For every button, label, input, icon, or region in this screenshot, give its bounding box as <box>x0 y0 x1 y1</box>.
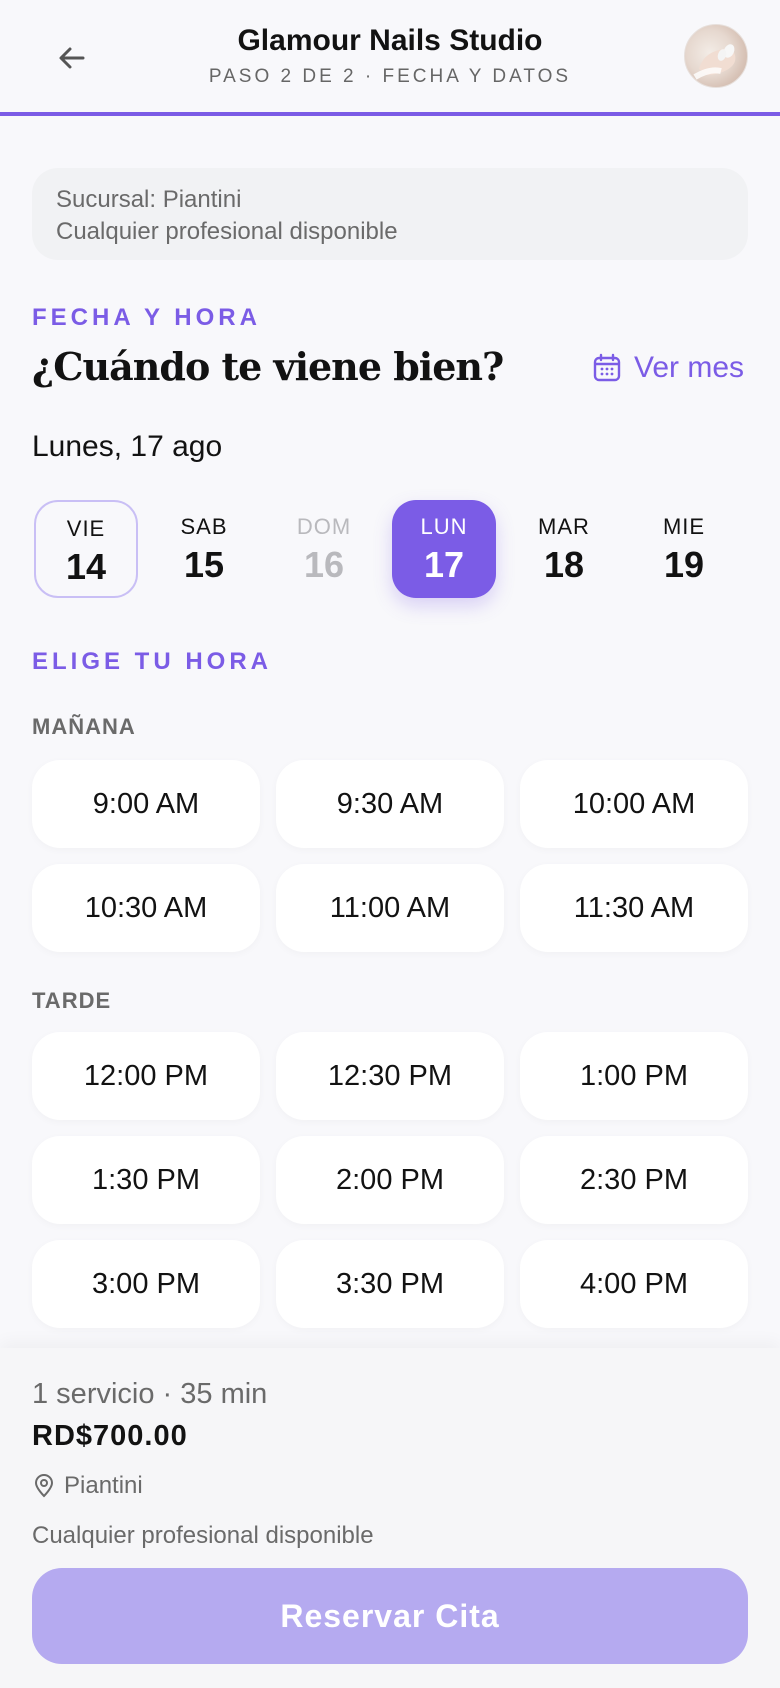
day-name: VIE <box>66 516 106 541</box>
time-slot[interactable]: 12:30 PM <box>276 1032 504 1120</box>
time-eyebrow: ELIGE TU HORA <box>32 648 273 675</box>
afternoon-label: TARDE <box>32 988 112 1013</box>
step-indicator: PASO 2 DE 2 · FECHA Y DATOS <box>208 66 572 87</box>
day-name: LUN <box>420 514 468 539</box>
time-slot[interactable]: 12:00 PM <box>32 1032 260 1120</box>
day-number: 15 <box>183 544 225 585</box>
time-slot[interactable]: 10:00 AM <box>520 760 748 848</box>
time-slot[interactable]: 9:30 AM <box>276 760 504 848</box>
nail-hand-image <box>693 44 736 80</box>
day-number: 16 <box>303 544 345 585</box>
app-header: Glamour Nails Studio PASO 2 DE 2 · FECHA… <box>0 0 780 116</box>
day-number: 18 <box>543 544 585 585</box>
day-name: DOM <box>296 514 352 539</box>
branch-text: Sucursal: Piantini <box>56 186 242 213</box>
day-name: SAB <box>180 514 228 539</box>
time-slot[interactable]: 9:00 AM <box>32 760 260 848</box>
day-chip-18[interactable]: MAR 18 <box>512 500 616 598</box>
time-slot[interactable]: 2:00 PM <box>276 1136 504 1224</box>
time-slot[interactable]: 4:00 PM <box>520 1240 748 1328</box>
selected-date-label: Lunes, 17 ago <box>32 430 223 463</box>
location-row: Piantini <box>32 1472 143 1500</box>
time-slot[interactable]: 11:00 AM <box>276 864 504 952</box>
day-chip-19[interactable]: MIE 19 <box>632 500 736 598</box>
day-chip-16: DOM 16 <box>272 500 376 598</box>
professional-summary: Cualquier profesional disponible <box>32 1522 374 1549</box>
day-number: 17 <box>423 544 465 585</box>
day-chip-15[interactable]: SAB 15 <box>152 500 256 598</box>
booking-summary-panel: 1 servicio · 35 min RD$700.00 Piantini C… <box>0 1348 780 1688</box>
day-chip-17[interactable]: LUN 17 <box>392 500 496 598</box>
location-pin-icon <box>34 1474 54 1498</box>
time-slot[interactable]: 11:30 AM <box>520 864 748 952</box>
booking-info-card: Sucursal: Piantini Cualquier profesional… <box>32 168 748 260</box>
location-text: Piantini <box>64 1472 143 1499</box>
day-name: MAR <box>538 514 590 539</box>
date-eyebrow: FECHA Y HORA <box>32 304 261 331</box>
professional-text: Cualquier profesional disponible <box>56 218 398 245</box>
reserve-button[interactable]: Reservar Cita <box>32 1568 748 1664</box>
time-slot[interactable]: 3:30 PM <box>276 1240 504 1328</box>
see-month-button[interactable]: Ver mes <box>592 348 744 388</box>
avatar[interactable] <box>684 24 748 88</box>
see-month-label: Ver mes <box>634 351 745 384</box>
day-chip-14[interactable]: VIE 14 <box>34 500 138 598</box>
time-slot[interactable]: 2:30 PM <box>520 1136 748 1224</box>
time-slot[interactable]: 3:00 PM <box>32 1240 260 1328</box>
day-number: 19 <box>663 544 705 585</box>
time-slot[interactable]: 1:30 PM <box>32 1136 260 1224</box>
page-title: Glamour Nails Studio <box>237 24 543 57</box>
time-slot[interactable]: 1:00 PM <box>520 1032 748 1120</box>
calendar-icon <box>593 353 621 382</box>
services-summary: 1 servicio · 35 min <box>32 1378 268 1410</box>
day-name: MIE <box>662 514 706 539</box>
date-question-title: ¿Cuándo te viene bien? <box>32 344 504 389</box>
morning-label: MAÑANA <box>32 714 136 739</box>
time-slot[interactable]: 10:30 AM <box>32 864 260 952</box>
day-number: 14 <box>65 546 107 587</box>
total-price: RD$700.00 <box>32 1420 188 1452</box>
